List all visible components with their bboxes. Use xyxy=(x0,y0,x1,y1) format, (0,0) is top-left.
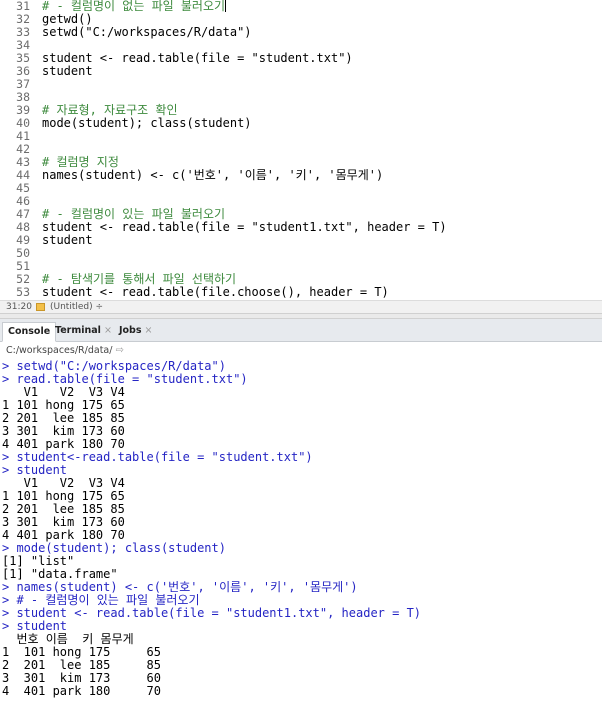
editor-status-bar: 31:20 (Untitled) ÷ xyxy=(0,300,602,313)
editor-line[interactable]: 53 student <- read.table(file.choose(), h… xyxy=(0,286,602,299)
tab-terminal[interactable]: Terminal × xyxy=(50,322,117,342)
text-cursor xyxy=(225,0,227,12)
editor-line[interactable]: 50 xyxy=(0,247,602,260)
editor-line[interactable]: 36 student xyxy=(0,65,602,78)
cursor-position: 31:20 xyxy=(6,302,32,312)
code-text: student <- read.table(file = "student1.t… xyxy=(42,220,447,234)
console-output-line: 4 401 park 180 70 xyxy=(2,684,161,698)
console-tab-bar: Console Terminal × Jobs × xyxy=(0,319,602,342)
editor-line[interactable]: 44 names(student) <- c('번호', '이름', '키', '… xyxy=(0,169,602,182)
code-text: mode(student); class(student) xyxy=(42,116,252,130)
scope-icon xyxy=(36,303,45,311)
code-text: student xyxy=(42,233,93,247)
line-number: 53 xyxy=(16,285,30,299)
scope-selector[interactable]: (Untitled) ÷ xyxy=(50,301,103,313)
close-tab-icon[interactable]: × xyxy=(145,325,153,336)
code-text: names(student) <- c('번호', '이름', '키', '몸무… xyxy=(42,168,384,182)
tab-label: Jobs xyxy=(119,325,142,336)
working-directory: C:/workspaces/R/data/ xyxy=(6,345,113,356)
console-output[interactable]: > setwd("C:/workspaces/R/data") > read.ta… xyxy=(0,359,602,701)
tab-console[interactable]: Console xyxy=(2,322,57,342)
editor-line[interactable]: 41 xyxy=(0,130,602,143)
editor-line[interactable]: 37 xyxy=(0,78,602,91)
editor-line[interactable]: 33 setwd("C:/workspaces/R/data") xyxy=(0,26,602,39)
code-text: setwd("C:/workspaces/R/data") xyxy=(42,25,252,39)
console-path-bar: C:/workspaces/R/data/⇨ xyxy=(0,342,602,359)
editor-line[interactable]: 49 student xyxy=(0,234,602,247)
close-tab-icon[interactable]: × xyxy=(104,325,112,336)
go-to-directory-icon[interactable]: ⇨ xyxy=(115,345,123,356)
tab-label: Console xyxy=(8,326,51,337)
tab-jobs[interactable]: Jobs × xyxy=(114,322,158,342)
source-editor[interactable]: 31 # - 컬럼명이 없는 파일 불러오기 32 getwd() 33 setwd("C… xyxy=(0,0,602,300)
code-text: student xyxy=(42,64,93,78)
code-text: student <- read.table(file.choose(), hea… xyxy=(42,285,389,299)
editor-line[interactable]: 45 xyxy=(0,182,602,195)
tab-label: Terminal xyxy=(55,325,101,336)
editor-line[interactable]: 40 mode(student); class(student) xyxy=(0,117,602,130)
